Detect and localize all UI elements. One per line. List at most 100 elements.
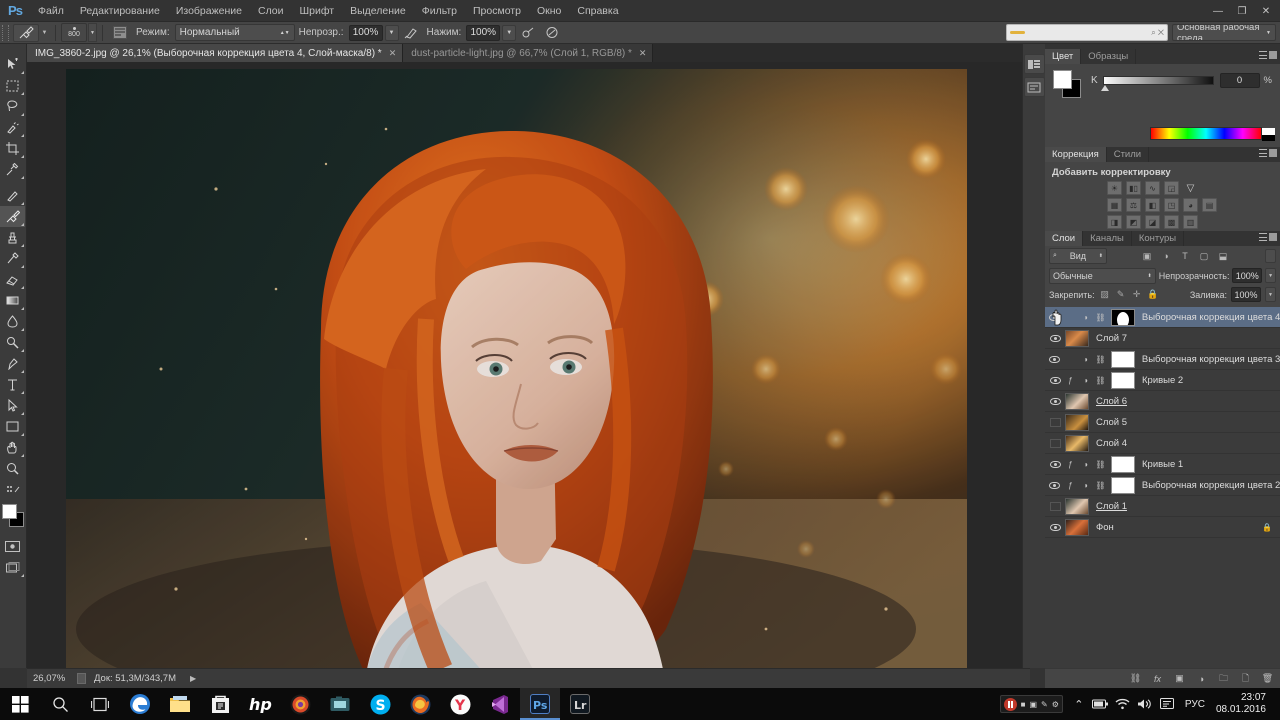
edge-button[interactable]: [120, 688, 160, 720]
brush-preset-chevron-icon[interactable]: ▼: [88, 23, 97, 42]
opacity-input[interactable]: 100%: [349, 25, 383, 41]
hue-saturation-icon[interactable]: ▦: [1107, 198, 1122, 212]
hp-button[interactable]: hp: [240, 688, 280, 720]
menu-help[interactable]: Справка: [569, 2, 626, 20]
menu-window[interactable]: Окно: [529, 2, 569, 20]
language-indicator[interactable]: РУС: [1178, 699, 1212, 710]
document-image[interactable]: [66, 69, 967, 675]
layer-visibility-toggle[interactable]: [1047, 391, 1063, 412]
flow-input[interactable]: 100%: [466, 25, 500, 41]
yandex-button[interactable]: Y: [440, 688, 480, 720]
layer-row[interactable]: ƒ◑⛓Кривые 2: [1045, 370, 1280, 391]
tab-color[interactable]: Цвет: [1045, 49, 1081, 64]
quick-selection-tool[interactable]: [0, 117, 25, 138]
filter-shape-icon[interactable]: ▢: [1197, 249, 1211, 263]
color-panel-swatches[interactable]: [1053, 70, 1081, 98]
screen-recorder-widget[interactable]: ■ ▣ ✎ ⚙: [1000, 695, 1063, 713]
layer-row[interactable]: Слой 7: [1045, 328, 1280, 349]
blend-mode-select[interactable]: Нормальный ▲▼: [175, 24, 295, 41]
lock-all-icon[interactable]: 🔒: [1147, 288, 1159, 301]
pressure-opacity-icon[interactable]: [401, 24, 421, 42]
layer-visibility-toggle[interactable]: [1047, 349, 1063, 370]
move-tool[interactable]: [0, 54, 25, 75]
mask-link-icon[interactable]: ⛓: [1093, 349, 1108, 370]
flow-chevron-icon[interactable]: ▼: [502, 25, 516, 41]
close-button[interactable]: ✕: [1254, 2, 1278, 20]
options-bar-grip[interactable]: [2, 25, 9, 41]
start-button[interactable]: [0, 688, 40, 720]
menu-view[interactable]: Просмотр: [465, 2, 529, 20]
firefox-button[interactable]: [400, 688, 440, 720]
layer-row[interactable]: ◑⛓Выборочная коррекция цвета 4: [1045, 307, 1280, 328]
menu-select[interactable]: Выделение: [342, 2, 414, 20]
color-balance-icon[interactable]: ⚖: [1126, 198, 1141, 212]
layer-opacity-chevron-icon[interactable]: ▼: [1265, 268, 1276, 283]
layer-mask-thumbnail[interactable]: [1111, 372, 1135, 389]
menu-edit[interactable]: Редактирование: [72, 2, 168, 20]
menu-filter[interactable]: Фильтр: [414, 2, 465, 20]
chrome-button[interactable]: [280, 688, 320, 720]
tab-paths[interactable]: Контуры: [1132, 231, 1184, 246]
layer-name[interactable]: Слой 4: [1096, 438, 1127, 449]
layer-thumbnail[interactable]: [1065, 414, 1089, 431]
tab-channels[interactable]: Каналы: [1083, 231, 1132, 246]
layer-thumbnail[interactable]: [1065, 498, 1089, 515]
layer-row[interactable]: Слой 6: [1045, 391, 1280, 412]
color-panel-menu-icon[interactable]: [1259, 51, 1277, 59]
black-white-icon[interactable]: ◧: [1145, 198, 1160, 212]
dodge-tool[interactable]: [0, 332, 25, 353]
search-button[interactable]: [40, 688, 80, 720]
layer-mask-thumbnail[interactable]: [1111, 351, 1135, 368]
layer-name[interactable]: Слой 6: [1096, 396, 1127, 407]
add-layer-style-icon[interactable]: fx: [1151, 672, 1164, 685]
capture-region-icon[interactable]: ▣: [1029, 700, 1037, 709]
healing-brush-tool[interactable]: [0, 185, 25, 206]
photo-filter-icon[interactable]: ◳: [1164, 198, 1179, 212]
layer-visibility-toggle[interactable]: [1047, 328, 1063, 349]
close-icon[interactable]: ✕: [639, 48, 647, 59]
task-view-button[interactable]: [80, 688, 120, 720]
lock-image-pixels-icon[interactable]: ✎: [1115, 288, 1127, 301]
mask-link-icon[interactable]: ⛓: [1093, 454, 1108, 475]
threshold-icon[interactable]: ◪: [1145, 215, 1160, 229]
layer-visibility-toggle[interactable]: [1047, 433, 1063, 454]
color-lookup-icon[interactable]: ▤: [1202, 198, 1217, 212]
vscode-button[interactable]: [480, 688, 520, 720]
close-icon[interactable]: ✕: [389, 48, 397, 59]
clock[interactable]: 23:07 08.01.2016: [1212, 692, 1274, 716]
channel-mixer-icon[interactable]: ◕: [1183, 198, 1198, 212]
mask-link-icon[interactable]: ⛓: [1093, 370, 1108, 391]
color-swatches[interactable]: [0, 504, 25, 530]
tab-adjustments[interactable]: Коррекция: [1045, 147, 1107, 162]
layer-name[interactable]: Выборочная коррекция цвета 4: [1142, 312, 1280, 323]
current-tool-brush-icon[interactable]: [13, 24, 39, 42]
layer-visibility-toggle[interactable]: [1047, 454, 1063, 475]
filter-adjustment-icon[interactable]: ◑: [1159, 249, 1173, 263]
properties-panel-collapsed-icon[interactable]: [1024, 77, 1045, 97]
layer-fill-chevron-icon[interactable]: ▼: [1265, 287, 1276, 302]
layer-blend-mode-select[interactable]: Обычные ⬍: [1049, 268, 1156, 284]
levels-icon[interactable]: ▮▯: [1126, 181, 1141, 195]
brush-panel-icon[interactable]: [110, 24, 130, 42]
filter-pixel-icon[interactable]: ▣: [1140, 249, 1154, 263]
layer-name[interactable]: Выборочная коррекция цвета 3: [1142, 354, 1280, 365]
volume-icon[interactable]: [1134, 688, 1156, 720]
layer-row[interactable]: ƒ◑⛓Выборочная коррекция цвета 2: [1045, 475, 1280, 496]
layer-row[interactable]: Фон🔒: [1045, 517, 1280, 538]
layer-name[interactable]: Кривые 1: [1142, 459, 1183, 470]
selective-color-icon[interactable]: ▥: [1183, 215, 1198, 229]
adjustment-layer-icon[interactable]: ◑: [1078, 307, 1093, 328]
file-explorer-button[interactable]: [160, 688, 200, 720]
workspace-switcher[interactable]: Основная рабочая среда ▼: [1172, 24, 1276, 41]
layer-row[interactable]: ƒ◑⛓Кривые 1: [1045, 454, 1280, 475]
layer-row[interactable]: Слой 1: [1045, 496, 1280, 517]
skype-button[interactable]: S: [360, 688, 400, 720]
channel-slider-k[interactable]: [1103, 76, 1214, 85]
battery-icon[interactable]: [1090, 688, 1112, 720]
adjustment-layer-icon[interactable]: ◑: [1078, 370, 1093, 391]
eraser-tool[interactable]: [0, 269, 25, 290]
document-tab-active[interactable]: IMG_3860-2.jpg @ 26,1% (Выборочная корре…: [27, 44, 403, 62]
add-layer-mask-icon[interactable]: ▣: [1173, 672, 1186, 685]
vibrance-icon[interactable]: ▽: [1183, 181, 1198, 195]
adjustment-layer-icon[interactable]: ◑: [1078, 454, 1093, 475]
